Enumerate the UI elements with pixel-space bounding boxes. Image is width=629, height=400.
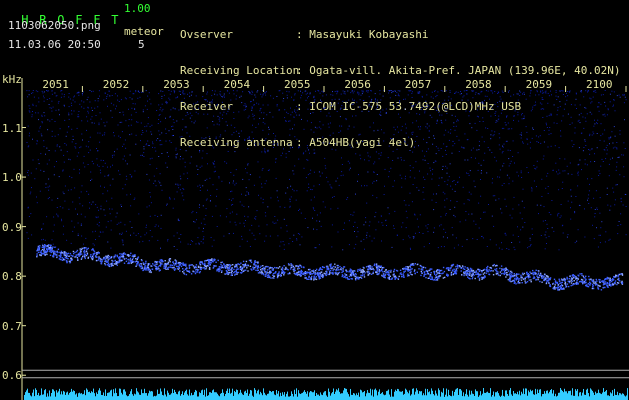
x-tick-label: 2054 (223, 78, 251, 91)
y-tick-label: 1.1 (2, 121, 22, 135)
y-tick-label: 0.9 (2, 220, 22, 234)
y-tick-label: 1.0 (2, 171, 22, 185)
x-tick-label: 2055 (284, 78, 311, 91)
noise-field (26, 90, 627, 251)
y-axis-unit: kHz (2, 73, 22, 86)
x-tick-label: 2058 (465, 78, 492, 91)
spectrogram (21, 78, 629, 400)
x-tick-label: 2100 (586, 78, 613, 91)
level-bars (24, 388, 628, 400)
signal-trace (36, 244, 624, 291)
x-tick-label: 2053 (163, 78, 190, 91)
y-tick-label: 0.8 (2, 270, 22, 284)
x-tick-label: 2052 (102, 78, 130, 91)
x-tick-label: 2057 (404, 78, 432, 91)
x-tick-label: 2051 (42, 78, 69, 91)
y-tick-label: 0.6 (2, 369, 22, 383)
x-tick-label: 2056 (344, 78, 371, 91)
y-tick-label: 0.7 (2, 319, 22, 333)
x-tick-label: 2059 (525, 78, 553, 91)
